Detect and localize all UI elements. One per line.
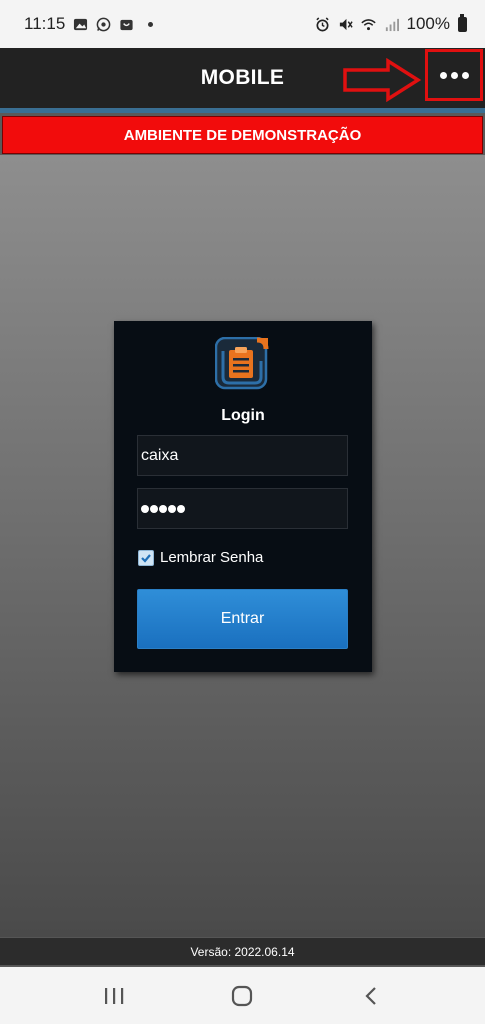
remember-password-option[interactable]: Lembrar Senha <box>138 549 263 566</box>
home-icon <box>232 985 253 1006</box>
alarm-icon <box>315 16 329 31</box>
login-button-label: Entrar <box>220 610 265 627</box>
version-footer: Versão: 2022.06.14 <box>0 937 485 966</box>
username-input[interactable]: caixa <box>137 435 348 476</box>
recent-apps-icon <box>105 987 124 1004</box>
demo-banner-text: AMBIENTE DE DEMONSTRAÇÃO <box>123 126 362 144</box>
wifi-icon <box>360 18 376 30</box>
mute-icon <box>339 18 353 30</box>
checkmark-icon <box>141 553 151 563</box>
system-nav-bar <box>0 967 485 1024</box>
whatsapp-icon <box>96 17 111 31</box>
status-bar: 11:15 100% <box>0 0 485 48</box>
app-logo-icon <box>215 337 269 390</box>
signal-icon <box>385 18 399 31</box>
back-icon <box>365 986 376 1005</box>
bag-icon <box>120 19 133 30</box>
password-mask <box>141 504 185 513</box>
gallery-icon <box>74 18 88 30</box>
more-menu-button[interactable] <box>425 49 483 101</box>
password-input[interactable] <box>137 488 348 529</box>
status-right: 100% <box>315 13 467 34</box>
battery-icon <box>458 13 467 32</box>
recent-apps-button[interactable] <box>99 981 129 1011</box>
username-value: caixa <box>141 446 179 464</box>
remember-checkbox[interactable] <box>138 549 154 566</box>
login-card: Login caixa Lembrar Senha Entrar <box>114 321 372 672</box>
app-title: MOBILE <box>200 66 285 89</box>
version-text: Versão: 2022.06.14 <box>190 944 295 959</box>
remember-label: Lembrar Senha <box>160 549 264 566</box>
home-button[interactable] <box>227 981 257 1011</box>
more-horizontal-icon <box>439 71 469 79</box>
back-button[interactable] <box>356 981 386 1011</box>
arrow-right-icon <box>343 58 422 102</box>
login-button[interactable]: Entrar <box>137 589 348 649</box>
battery-percent: 100% <box>406 14 450 33</box>
demo-banner: AMBIENTE DE DEMONSTRAÇÃO <box>2 116 483 154</box>
login-heading: Login <box>221 407 265 424</box>
status-time: 11:15 <box>24 14 66 33</box>
header-divider <box>0 108 485 113</box>
notification-dot-icon <box>148 21 154 27</box>
status-left: 11:15 <box>24 14 154 34</box>
